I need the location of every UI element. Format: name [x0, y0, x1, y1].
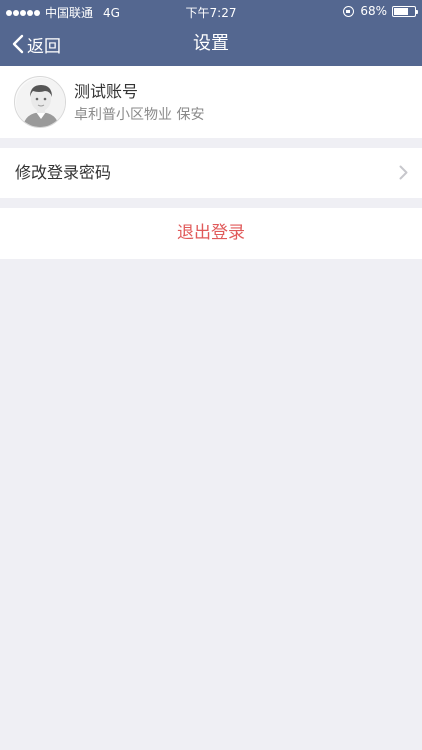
- account-name: 测试账号: [74, 82, 139, 101]
- user-avatar-icon: [14, 76, 66, 128]
- back-label: 返回: [27, 36, 61, 57]
- status-bar: 中国联通 4G 下午7:27 68%: [0, 0, 422, 22]
- battery-fill: [394, 7, 408, 15]
- profile-card: 测试账号 卓利普小区物业 保安: [0, 66, 422, 138]
- battery-percent: 68%: [360, 4, 387, 18]
- chevron-right-icon: [399, 165, 408, 180]
- change-password-label: 修改登录密码: [15, 163, 112, 182]
- status-right: 68%: [343, 4, 418, 18]
- change-password-row[interactable]: 修改登录密码: [0, 148, 422, 198]
- rotation-lock-icon: [343, 5, 355, 17]
- chevron-left-icon: [12, 34, 24, 54]
- battery-icon: [392, 5, 418, 17]
- navigation-bar: 返回 设置: [0, 22, 422, 66]
- logout-button[interactable]: 退出登录: [0, 208, 422, 259]
- page-title: 设置: [193, 33, 229, 54]
- back-button[interactable]: 返回: [12, 22, 61, 66]
- account-subtitle: 卓利普小区物业 保安: [74, 107, 205, 123]
